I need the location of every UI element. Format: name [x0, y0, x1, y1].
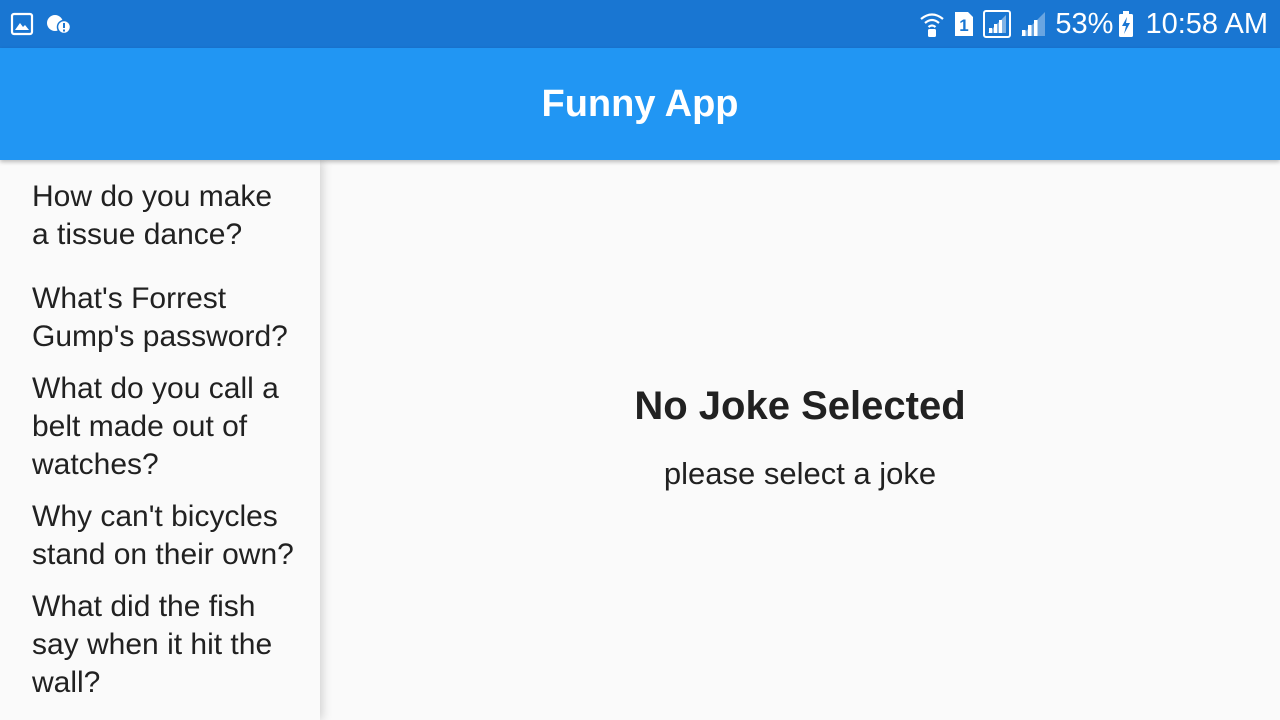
gallery-notification-icon — [10, 12, 34, 36]
empty-state-subtitle: please select a joke — [663, 456, 937, 491]
joke-list-panel[interactable]: How do you make a tissue dance? What's F… — [0, 160, 320, 720]
app-title: Funny App — [541, 82, 739, 125]
joke-detail-panel: No Joke Selected please select a joke — [320, 160, 1280, 720]
empty-state-title: No Joke Selected — [634, 384, 966, 428]
joke-question: What's Forrest Gump's password? — [32, 282, 288, 353]
sim-slot-number: 1 — [960, 16, 969, 35]
joke-question: How do you make a tissue dance? — [32, 180, 273, 251]
wifi-calling-icon — [919, 10, 945, 38]
battery-percent: 53% — [1055, 7, 1114, 40]
signal-sim2-icon — [1019, 10, 1047, 38]
joke-list-item[interactable]: What do you call a belt made out of watc… — [0, 356, 320, 484]
status-bar-right: 1 53% 10:58 AM — [911, 0, 1268, 48]
weather-alert-icon — [46, 12, 72, 36]
status-bar: 1 53% 10:58 AM — [0, 0, 1280, 48]
clock: 10:58 AM — [1145, 7, 1268, 40]
sim-1-icon: 1 — [953, 10, 975, 38]
joke-list-item[interactable]: What did the fish say when it hit the wa… — [0, 574, 320, 702]
joke-question: What did the fish say when it hit the wa… — [32, 590, 273, 699]
joke-question: What do you call a belt made out of watc… — [32, 372, 279, 481]
joke-list-item[interactable]: Why can't bicycles stand on their own? — [0, 484, 320, 574]
app-bar: Funny App — [0, 48, 1280, 160]
signal-sim1-icon — [983, 10, 1012, 38]
status-bar-left — [10, 0, 84, 48]
empty-state: No Joke Selected please select a joke — [320, 382, 1280, 492]
joke-question: Why can't bicycles stand on their own? — [32, 500, 294, 571]
battery-charging-icon — [1117, 10, 1135, 38]
joke-list-item[interactable]: How do you make a tissue dance? — [0, 160, 320, 254]
joke-list-item[interactable]: What's Forrest Gump's password? — [0, 254, 320, 356]
joke-list: How do you make a tissue dance? What's F… — [0, 160, 320, 702]
